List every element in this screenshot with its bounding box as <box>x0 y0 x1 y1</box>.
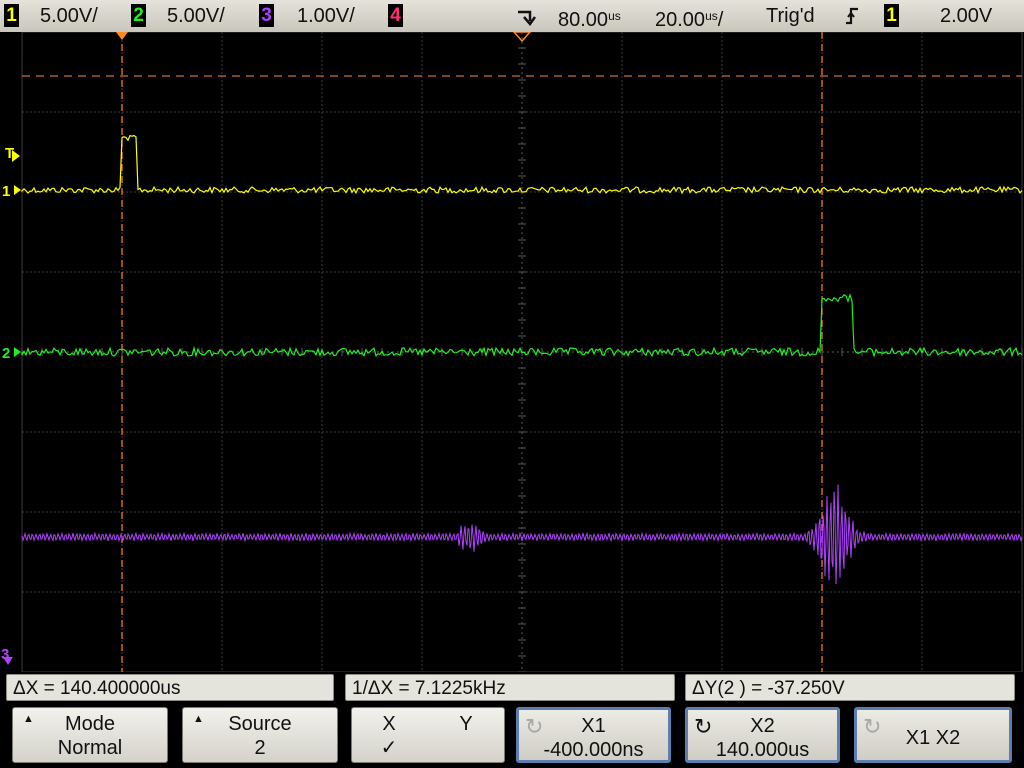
channel-3-trace <box>21 484 1023 585</box>
mode-softkey-value: Normal <box>57 737 123 759</box>
timebase-value: 20.00us/ <box>655 9 724 31</box>
x2-softkey[interactable]: ↻ X2 140.000us <box>685 707 840 763</box>
channel-3-badge[interactable]: 3 <box>259 4 274 27</box>
channel-1-scale: 5.00V/ <box>40 5 98 27</box>
channel-1-ground-marker[interactable] <box>14 185 21 195</box>
inverse-delta-x-readout: 1/ΔX = 7.1225kHz <box>345 674 675 701</box>
trigger-source-badge[interactable]: 1 <box>884 4 899 27</box>
x1-softkey-title: X1 <box>581 715 606 737</box>
x1-softkey-value: -400.000ns <box>543 739 644 761</box>
mode-softkey[interactable]: ▲ Mode Normal <box>12 707 168 763</box>
channel-3-scale: 1.00V/ <box>297 5 355 27</box>
xy-softkey-check-icon: ✓ <box>380 737 398 759</box>
x1-x2-softkey-title: X1 X2 <box>905 727 961 749</box>
trigger-level-value: 2.00V <box>940 5 993 27</box>
x2-softkey-title: X2 <box>750 715 775 737</box>
x1-softkey[interactable]: ↻ X1 -400.000ns <box>516 707 671 763</box>
channel-2-scale: 5.00V/ <box>167 5 225 27</box>
xy-softkey[interactable]: X Y ✓ <box>351 707 505 763</box>
channel-1-badge[interactable]: 1 <box>4 4 19 27</box>
trigger-status: Trig'd <box>766 5 815 27</box>
channel-4-badge[interactable]: 4 <box>388 4 403 27</box>
xy-softkey-y-label: Y <box>459 713 473 735</box>
trigger-level-label: T <box>5 145 14 162</box>
graticule: T 1 2 3 <box>1 32 1023 672</box>
x1-x2-softkey[interactable]: ↻ X1 X2 <box>854 707 1012 763</box>
status-bar: 1 5.00V/ 2 5.00V/ 3 1.00V/ 4 80.00us 20.… <box>0 0 1024 33</box>
delay-value: 80.00us <box>558 9 621 31</box>
channel-2-marker-label: 2 <box>2 345 10 362</box>
x2-softkey-value: 140.000us <box>715 739 810 761</box>
channel-1-marker-label: 1 <box>2 183 10 200</box>
channel-2-badge[interactable]: 2 <box>131 4 146 27</box>
delta-x-readout: ΔX = 140.400000us <box>6 674 334 701</box>
mode-softkey-title: Mode <box>64 713 116 735</box>
channel-3-marker-label: 3 <box>1 646 9 663</box>
delay-marker-icon <box>518 10 536 27</box>
delta-y-readout: ΔY(2 ) = -37.250V <box>685 674 1015 701</box>
channel-2-ground-marker[interactable] <box>14 347 21 357</box>
rising-edge-icon <box>846 7 858 25</box>
cursor-x1-marker[interactable] <box>116 32 128 40</box>
waveform-display[interactable]: T 1 2 3 <box>0 32 1024 672</box>
